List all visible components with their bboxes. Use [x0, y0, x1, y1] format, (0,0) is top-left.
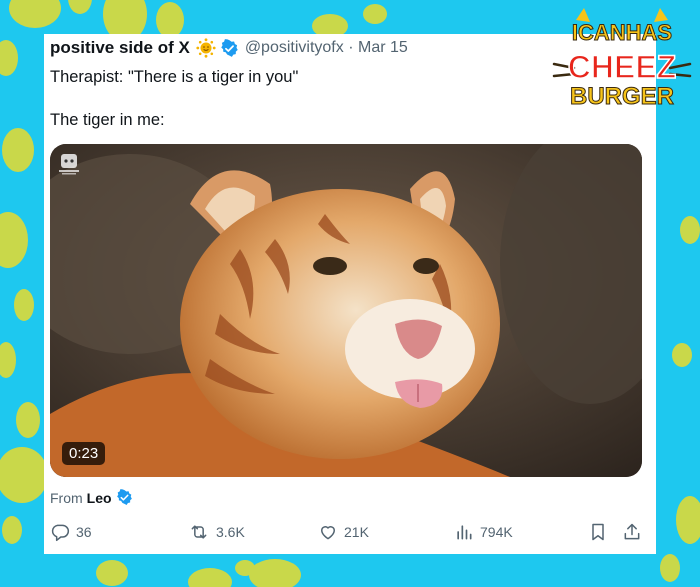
tweet-header: positive side of X @positivityofx · Mar … — [50, 38, 408, 58]
brand-line3: BURGER — [570, 83, 674, 110]
tweet-date[interactable]: Mar 15 — [358, 39, 408, 56]
from-label: From — [50, 489, 83, 506]
author-name[interactable]: positive side of X — [50, 38, 190, 58]
verified-badge-icon — [116, 489, 133, 506]
views-count: 794K — [480, 524, 513, 540]
like-icon — [321, 526, 335, 540]
sun-emoji-icon — [196, 38, 216, 58]
bookmark-button[interactable] — [588, 522, 614, 542]
repost-count: 3.6K — [216, 524, 245, 540]
tiger-video-frame — [50, 144, 642, 477]
separator: · — [348, 39, 354, 56]
from-name[interactable]: Leo — [87, 490, 112, 506]
video-player[interactable]: 0:23 — [50, 144, 642, 477]
handle[interactable]: @positivityofx — [245, 39, 344, 56]
tweet-text-line1: Therapist: "There is a tiger in you" — [50, 68, 299, 86]
tweet-card: positive side of X @positivityofx · Mar … — [44, 34, 656, 554]
tweet-text-line2: The tiger in me: — [50, 111, 165, 129]
handle-and-date: @positivityofx · Mar 15 — [245, 39, 408, 57]
like-button[interactable]: 21K — [318, 522, 369, 542]
reply-icon — [51, 524, 70, 542]
video-source: From Leo — [50, 489, 133, 506]
bookmark-icon — [592, 523, 604, 541]
brand-logo-graphic: ICANHAS CHEEZ BURGER — [552, 8, 692, 111]
brand-line1: ICANHAS — [572, 20, 672, 45]
views-button[interactable]: 794K — [454, 522, 513, 542]
icanhascheezburger-logo: ICANHAS CHEEZ BURGER — [552, 6, 692, 111]
video-duration: 0:23 — [62, 442, 106, 465]
share-icon — [624, 523, 640, 540]
repost-icon — [191, 525, 207, 539]
brand-line2: CHEEZ — [568, 49, 676, 85]
reply-button[interactable]: 36 — [50, 522, 92, 542]
share-button[interactable] — [622, 522, 648, 542]
tweet-actions: 36 3.6K 21K 794K — [44, 520, 656, 550]
video-watermark-logo — [58, 152, 80, 176]
verified-badge-icon — [220, 38, 239, 58]
tweet-text: Therapist: "There is a tiger in you" The… — [50, 66, 298, 131]
views-icon — [457, 525, 472, 540]
like-count: 21K — [344, 524, 369, 540]
reply-count: 36 — [76, 524, 92, 540]
repost-button[interactable]: 3.6K — [188, 522, 245, 542]
